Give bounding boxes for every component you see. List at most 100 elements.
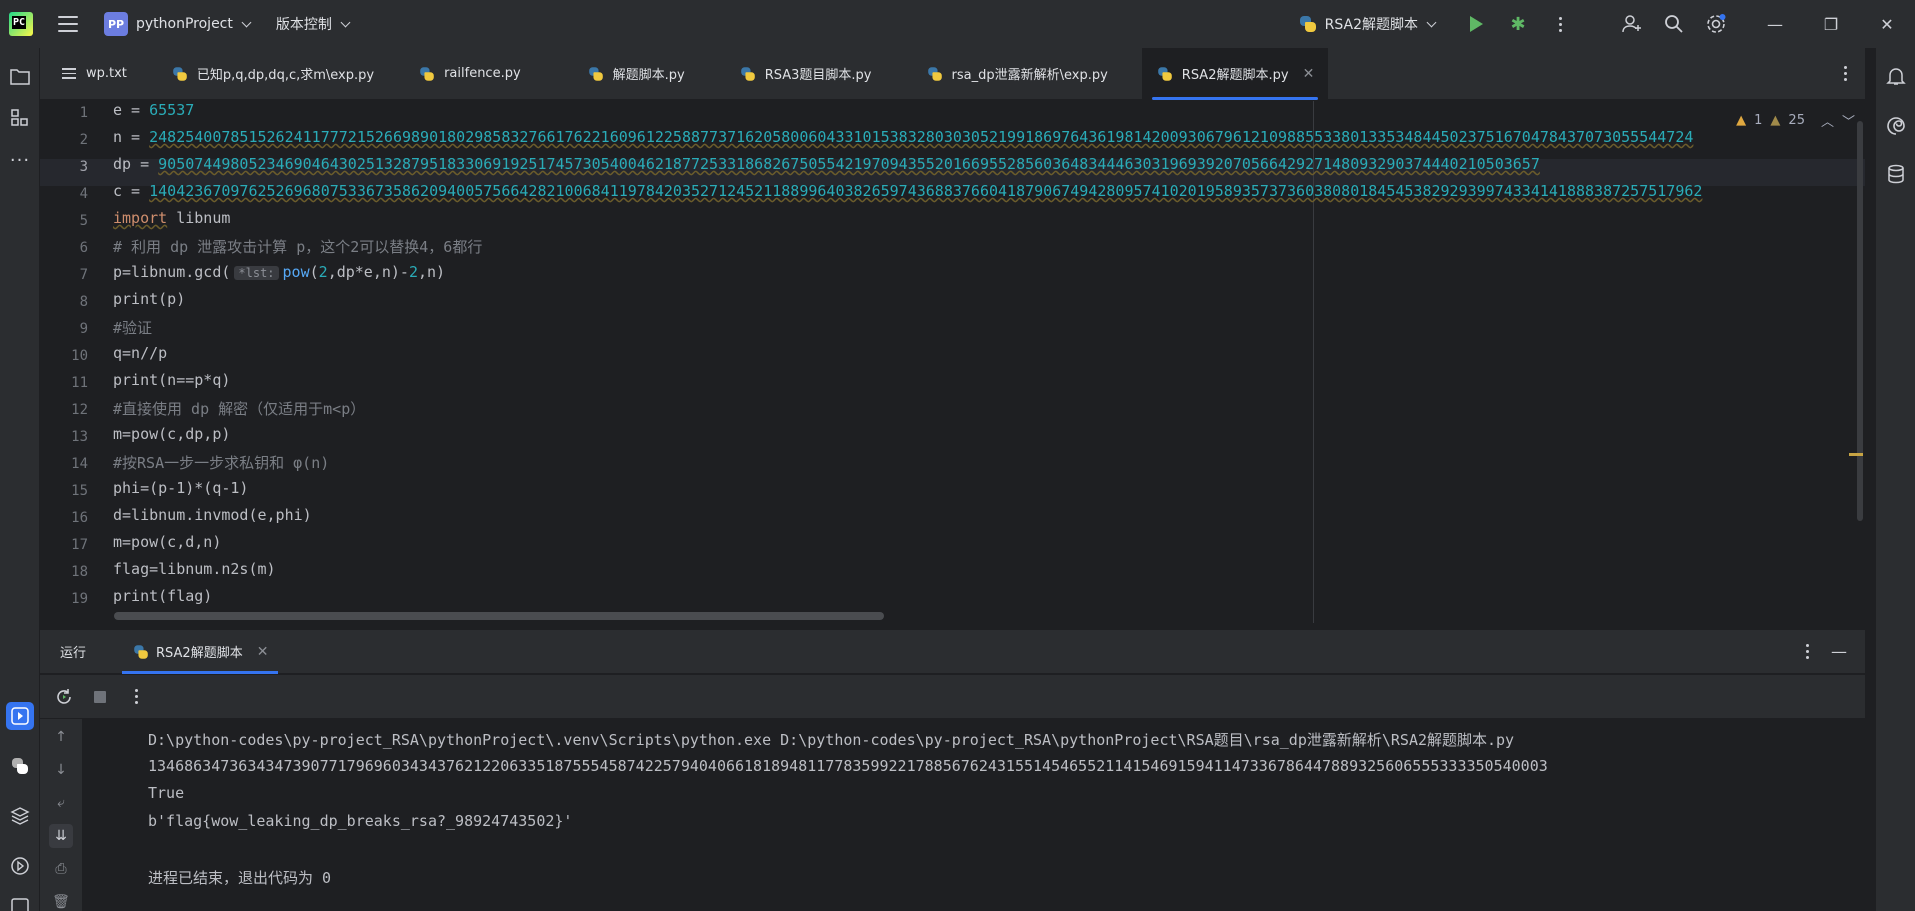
run-config-selector[interactable]: RSA2解题脚本 bbox=[1299, 14, 1437, 34]
tab-list-more-icon[interactable] bbox=[1844, 66, 1847, 81]
code-line: d=libnum.invmod(e,phi) bbox=[113, 506, 312, 524]
horizontal-scrollbar[interactable] bbox=[114, 612, 884, 620]
chevron-down-icon[interactable]: ﹀ bbox=[1842, 111, 1855, 130]
code-area[interactable]: e = 65537 n = 24825400785152624117772152… bbox=[113, 101, 1833, 623]
vertical-scrollbar[interactable] bbox=[1855, 101, 1865, 623]
structure-icon bbox=[11, 109, 28, 126]
console-side-toolbar: ↑ ↓ ⤶ ⇊ ⎙ 🗑 bbox=[40, 719, 82, 911]
bell-icon bbox=[1886, 68, 1906, 85]
main-menu-icon[interactable] bbox=[58, 16, 78, 32]
rerun-button[interactable] bbox=[50, 683, 78, 711]
vcs-menu[interactable]: 版本控制 bbox=[276, 14, 332, 34]
code-line: m=pow(c,d,n) bbox=[113, 533, 222, 551]
database-button[interactable] bbox=[1882, 160, 1910, 188]
scroll-to-end-icon[interactable]: ⇊ bbox=[49, 824, 73, 848]
close-tab-icon[interactable]: ✕ bbox=[257, 644, 269, 660]
more-vertical-icon[interactable] bbox=[1806, 644, 1809, 659]
tab-rsa-dp-exp[interactable]: rsa_dp泄露新解析\exp.py bbox=[912, 48, 1122, 100]
line-number: 2 bbox=[79, 132, 88, 148]
line-number: 9 bbox=[79, 321, 88, 337]
gear-icon bbox=[1707, 14, 1726, 33]
more-actions-button[interactable] bbox=[1539, 0, 1581, 48]
python-packages-button[interactable] bbox=[6, 802, 34, 830]
python-console-button[interactable] bbox=[6, 752, 34, 780]
run-more-button[interactable] bbox=[122, 683, 150, 711]
tab-label: wp.txt bbox=[86, 66, 127, 81]
console-line: 进程已结束，退出代码为 0 bbox=[148, 869, 332, 887]
chevron-down-icon[interactable] bbox=[340, 17, 351, 27]
tab-exp-py-known-pq[interactable]: 已知p,q,dp,dq,c,求m\exp.py bbox=[157, 48, 388, 100]
services-button[interactable] bbox=[6, 852, 34, 880]
project-tool-button[interactable] bbox=[6, 62, 34, 90]
code-line: flag=libnum.n2s(m) bbox=[113, 560, 276, 578]
line-number-gutter: 1 2 3 4 5 6 7 8 9 10 11 12 13 14 15 16 1… bbox=[40, 101, 104, 623]
project-badge[interactable]: PP bbox=[104, 12, 128, 36]
code-line: e = 65537 bbox=[113, 101, 195, 119]
more-tools-button[interactable]: ··· bbox=[6, 146, 34, 174]
services-icon bbox=[11, 857, 29, 875]
notifications-button[interactable] bbox=[1882, 62, 1910, 90]
python-file-icon bbox=[588, 66, 603, 81]
stop-button[interactable] bbox=[86, 683, 114, 711]
code-editor[interactable]: 1 2 3 4 5 6 7 8 9 10 11 12 13 14 15 16 1… bbox=[40, 101, 1865, 623]
restore-button[interactable]: ❐ bbox=[1803, 0, 1859, 48]
tab-railfence[interactable]: railfence.py bbox=[404, 48, 535, 100]
chevron-down-icon[interactable] bbox=[241, 17, 252, 27]
scroll-up-icon[interactable]: ↑ bbox=[49, 725, 73, 749]
line-number: 8 bbox=[79, 294, 88, 310]
tab-wp-txt[interactable]: wp.txt bbox=[40, 48, 141, 100]
left-tool-strip: ··· bbox=[0, 48, 40, 911]
code-line: q=n//p bbox=[113, 344, 168, 362]
python-file-icon bbox=[172, 66, 187, 81]
tab-rsa2-solve-script[interactable]: RSA2解题脚本.py ✕ bbox=[1141, 47, 1329, 100]
title-bar: PP pythonProject 版本控制 RSA2解题脚本 ✱ — ❐ ✕ bbox=[0, 0, 1915, 48]
ai-assistant-button[interactable] bbox=[1882, 112, 1910, 140]
console-line: 1346863473634347390771796960343437621220… bbox=[148, 757, 1548, 775]
run-button[interactable] bbox=[1455, 0, 1497, 48]
tab-rsa3-script[interactable]: RSA3题目脚本.py bbox=[725, 48, 886, 100]
error-stripe-marker[interactable] bbox=[1849, 453, 1863, 456]
panel-splitter[interactable] bbox=[40, 623, 1865, 630]
hide-panel-button[interactable]: — bbox=[1831, 642, 1847, 661]
close-window-button[interactable]: ✕ bbox=[1859, 0, 1915, 48]
line-number: 1 bbox=[79, 105, 88, 121]
code-line: c = 140423670976252696807533673586209400… bbox=[113, 182, 1703, 200]
run-tool-button[interactable] bbox=[6, 702, 34, 730]
project-name[interactable]: pythonProject bbox=[136, 16, 233, 32]
minimize-button[interactable]: — bbox=[1747, 0, 1803, 48]
run-tab-rsa2[interactable]: RSA2解题脚本 ✕ bbox=[122, 630, 279, 674]
tab-label: 解题脚本.py bbox=[612, 68, 685, 83]
add-user-icon bbox=[1622, 15, 1641, 33]
line-number: 17 bbox=[71, 537, 88, 553]
code-line: n = 248254007851526241177721526698901802… bbox=[113, 128, 1694, 146]
line-number: 19 bbox=[71, 591, 88, 607]
debug-button[interactable]: ✱ bbox=[1497, 0, 1539, 48]
warning-count: 1 bbox=[1754, 113, 1763, 128]
inspection-widget[interactable]: ▲ 1 ▲ 25 ︿ ﹀ bbox=[1736, 111, 1855, 130]
terminal-button[interactable] bbox=[6, 892, 34, 911]
code-line: # 利用 dp 泄露攻击计算 p，这个2可以替换4，6都行 bbox=[113, 238, 483, 256]
pycharm-logo-icon bbox=[9, 12, 33, 36]
more-horizontal-icon: ··· bbox=[9, 149, 31, 171]
console-output[interactable]: D:\python-codes\py-project_RSA\pythonPro… bbox=[82, 719, 1865, 911]
soft-wrap-icon[interactable]: ⤶ bbox=[49, 791, 73, 815]
search-button[interactable] bbox=[1653, 0, 1695, 48]
print-icon[interactable]: ⎙ bbox=[49, 857, 73, 881]
add-user-button[interactable] bbox=[1611, 0, 1653, 48]
more-vertical-icon bbox=[134, 689, 138, 704]
close-tab-icon[interactable]: ✕ bbox=[1303, 66, 1315, 82]
trash-icon[interactable]: 🗑 bbox=[49, 890, 73, 911]
settings-button[interactable] bbox=[1695, 0, 1737, 48]
search-icon bbox=[1665, 15, 1683, 33]
chevron-up-icon[interactable]: ︿ bbox=[1821, 111, 1834, 130]
structure-tool-button[interactable] bbox=[6, 104, 34, 132]
line-number: 7 bbox=[79, 267, 88, 283]
scroll-down-icon[interactable]: ↓ bbox=[49, 758, 73, 782]
tab-label: 已知p,q,dp,dq,c,求m\exp.py bbox=[196, 68, 375, 83]
right-tool-strip bbox=[1875, 48, 1915, 911]
console-line: D:\python-codes\py-project_RSA\pythonPro… bbox=[148, 731, 1515, 749]
code-line: #按RSA一步一步求私钥和 φ(n) bbox=[113, 454, 330, 472]
tab-solve-script[interactable]: 解题脚本.py bbox=[573, 48, 699, 100]
run-panel-icon bbox=[11, 707, 29, 725]
console-line: b'flag{wow_leaking_dp_breaks_rsa?_989247… bbox=[148, 812, 573, 830]
